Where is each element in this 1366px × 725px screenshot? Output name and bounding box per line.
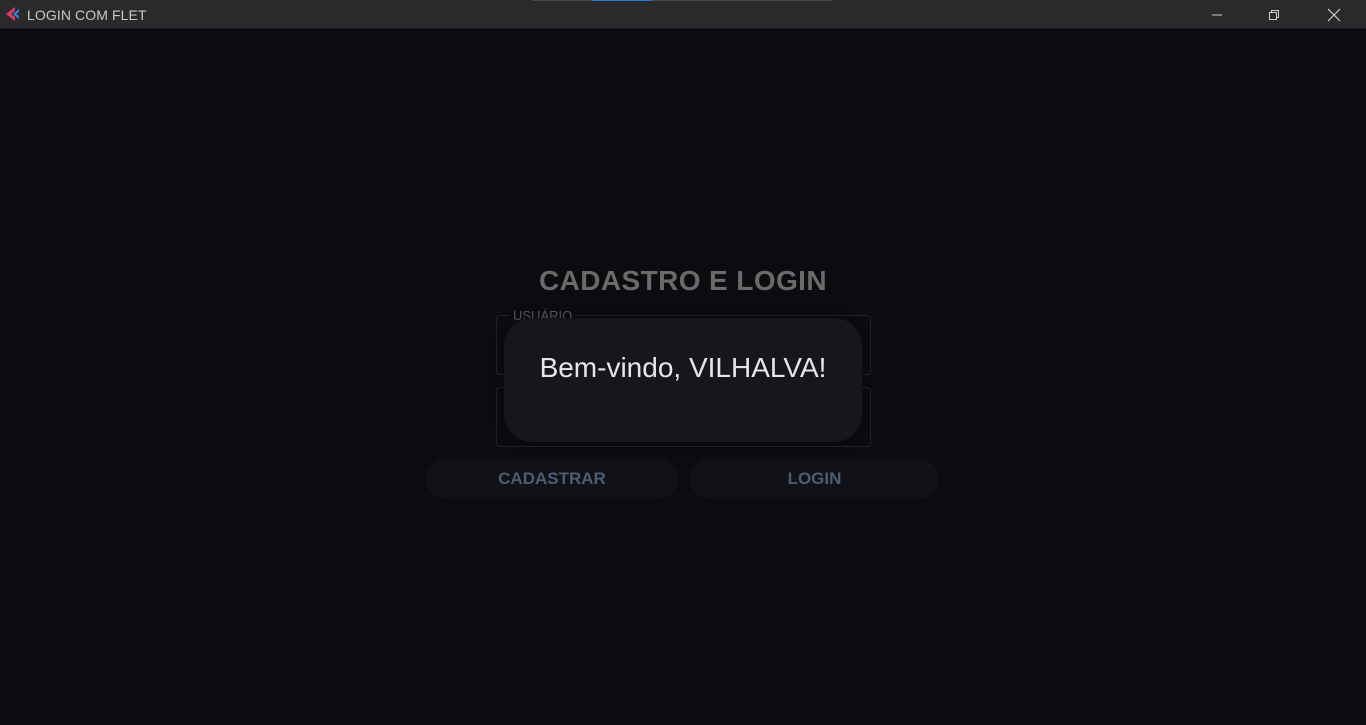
flet-logo-icon xyxy=(6,7,19,21)
window-titlebar: LOGIN COM FLET xyxy=(0,0,1366,29)
maximize-button[interactable] xyxy=(1251,0,1297,29)
minimize-button[interactable] xyxy=(1194,0,1240,29)
drag-strip xyxy=(532,0,832,1)
welcome-dialog[interactable]: Bem-vindo, VILHALVA! xyxy=(504,318,862,442)
app-content: CADASTRO E LOGIN USUÁRIO CADASTRAR LOGIN… xyxy=(0,29,1366,725)
close-icon xyxy=(1327,8,1341,21)
register-button[interactable]: CADASTRAR xyxy=(426,459,678,499)
drag-strip-accent xyxy=(592,0,652,1)
restore-icon xyxy=(1269,9,1279,20)
minimize-icon xyxy=(1212,14,1222,15)
window-title: LOGIN COM FLET xyxy=(27,7,147,23)
page-title: CADASTRO E LOGIN xyxy=(539,265,827,296)
close-button[interactable] xyxy=(1311,0,1357,29)
login-button[interactable]: LOGIN xyxy=(690,459,939,499)
welcome-message: Bem-vindo, VILHALVA! xyxy=(539,352,827,383)
